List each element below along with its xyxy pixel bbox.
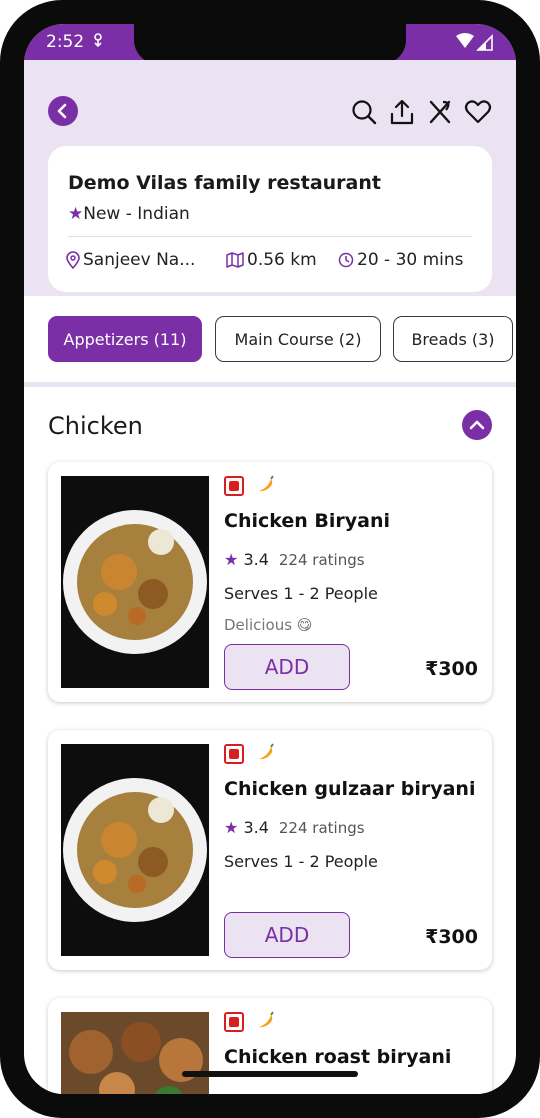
- search-icon: [352, 100, 377, 125]
- restaurant-header: Demo Vilas family restaurant ★New - Indi…: [24, 60, 516, 320]
- chili-icon: [256, 474, 276, 499]
- back-icon: [57, 103, 67, 119]
- item-rating: ★ 3.4 224 ratings: [224, 818, 365, 837]
- delivery-time-text: 20 - 30 mins: [357, 250, 464, 270]
- location-info: Sanjeev Na...: [66, 250, 195, 270]
- ratings-count: 224 ratings: [278, 819, 365, 837]
- item-description: Delicious 😋: [224, 616, 313, 634]
- favorite-button[interactable]: [464, 98, 492, 126]
- item-name: Chicken Biryani: [224, 510, 391, 532]
- item-name: Chicken roast biryani: [224, 1046, 452, 1068]
- section-separator: [24, 382, 516, 387]
- cutlery-icon: [429, 100, 451, 124]
- menu-item-card[interactable]: Chicken Biryani ★ 3.4 224 ratings Serves …: [48, 462, 492, 702]
- cutlery-button[interactable]: [426, 98, 454, 126]
- heart-icon: [464, 100, 492, 124]
- app-screen: 2:52 Demo Vilas family restaurant ★New -…: [24, 24, 516, 1094]
- item-price: ₹300: [425, 658, 478, 680]
- star-icon: ★: [224, 818, 239, 837]
- dish-image: [61, 744, 209, 956]
- map-icon: [226, 252, 244, 268]
- category-tabs: Appetizers (11) Main Course (2) Breads (…: [24, 296, 516, 382]
- add-button[interactable]: ADD: [224, 912, 350, 958]
- phone-frame: 2:52 Demo Vilas family restaurant ★New -…: [0, 0, 540, 1118]
- card-divider: [68, 236, 472, 237]
- nonveg-icon: [224, 744, 244, 764]
- serves-text: Serves 1 - 2 People: [224, 852, 378, 871]
- rating-value: 3.4: [243, 550, 269, 569]
- item-rating: ★ 3.4 224 ratings: [224, 550, 365, 569]
- rating-value: 3.4: [243, 818, 269, 837]
- status-time: 2:52: [46, 32, 85, 52]
- star-icon: ★: [68, 204, 84, 224]
- notification-icon: [92, 32, 104, 52]
- location-icon: [66, 251, 80, 269]
- delivery-time-info: 20 - 30 mins: [338, 250, 464, 270]
- item-name: Chicken gulzaar biryani: [224, 778, 476, 800]
- restaurant-meta: ★New - Indian: [68, 204, 190, 224]
- search-button[interactable]: [350, 98, 378, 126]
- serves-text: Serves 1 - 2 People: [224, 584, 378, 603]
- menu-item-card[interactable]: Chicken gulzaar biryani ★ 3.4 224 ratings…: [48, 730, 492, 970]
- restaurant-info-card: Demo Vilas family restaurant ★New - Indi…: [48, 146, 492, 292]
- distance-info: 0.56 km: [226, 250, 317, 270]
- home-indicator[interactable]: [182, 1071, 358, 1077]
- share-button[interactable]: [388, 98, 416, 126]
- tab-main-course[interactable]: Main Course (2): [215, 316, 381, 362]
- chili-icon: [256, 1010, 276, 1035]
- tab-breads[interactable]: Breads (3): [393, 316, 513, 362]
- cuisine-label: - Indian: [125, 204, 190, 224]
- chili-icon: [256, 742, 276, 767]
- clock-icon: [338, 252, 354, 268]
- restaurant-name: Demo Vilas family restaurant: [68, 172, 381, 194]
- ratings-count: 224 ratings: [278, 551, 365, 569]
- location-text: Sanjeev Na...: [83, 250, 196, 270]
- chevron-up-icon: [469, 420, 485, 430]
- nonveg-icon: [224, 1012, 244, 1032]
- share-icon: [390, 99, 414, 125]
- add-button[interactable]: ADD: [224, 644, 350, 690]
- nonveg-icon: [224, 476, 244, 496]
- menu-item-card[interactable]: Chicken roast biryani: [48, 998, 492, 1094]
- dish-image: [61, 476, 209, 688]
- item-price: ₹300: [425, 926, 478, 948]
- camera-notch: [134, 24, 406, 64]
- collapse-section-button[interactable]: [462, 410, 492, 440]
- signal-wifi-icons: [454, 32, 494, 52]
- section-title: Chicken: [48, 412, 143, 440]
- dish-image: [61, 1012, 209, 1094]
- new-badge: New: [83, 204, 121, 224]
- star-icon: ★: [224, 550, 239, 569]
- tab-appetizers[interactable]: Appetizers (11): [48, 316, 202, 362]
- distance-text: 0.56 km: [247, 250, 317, 270]
- back-button[interactable]: [48, 96, 78, 126]
